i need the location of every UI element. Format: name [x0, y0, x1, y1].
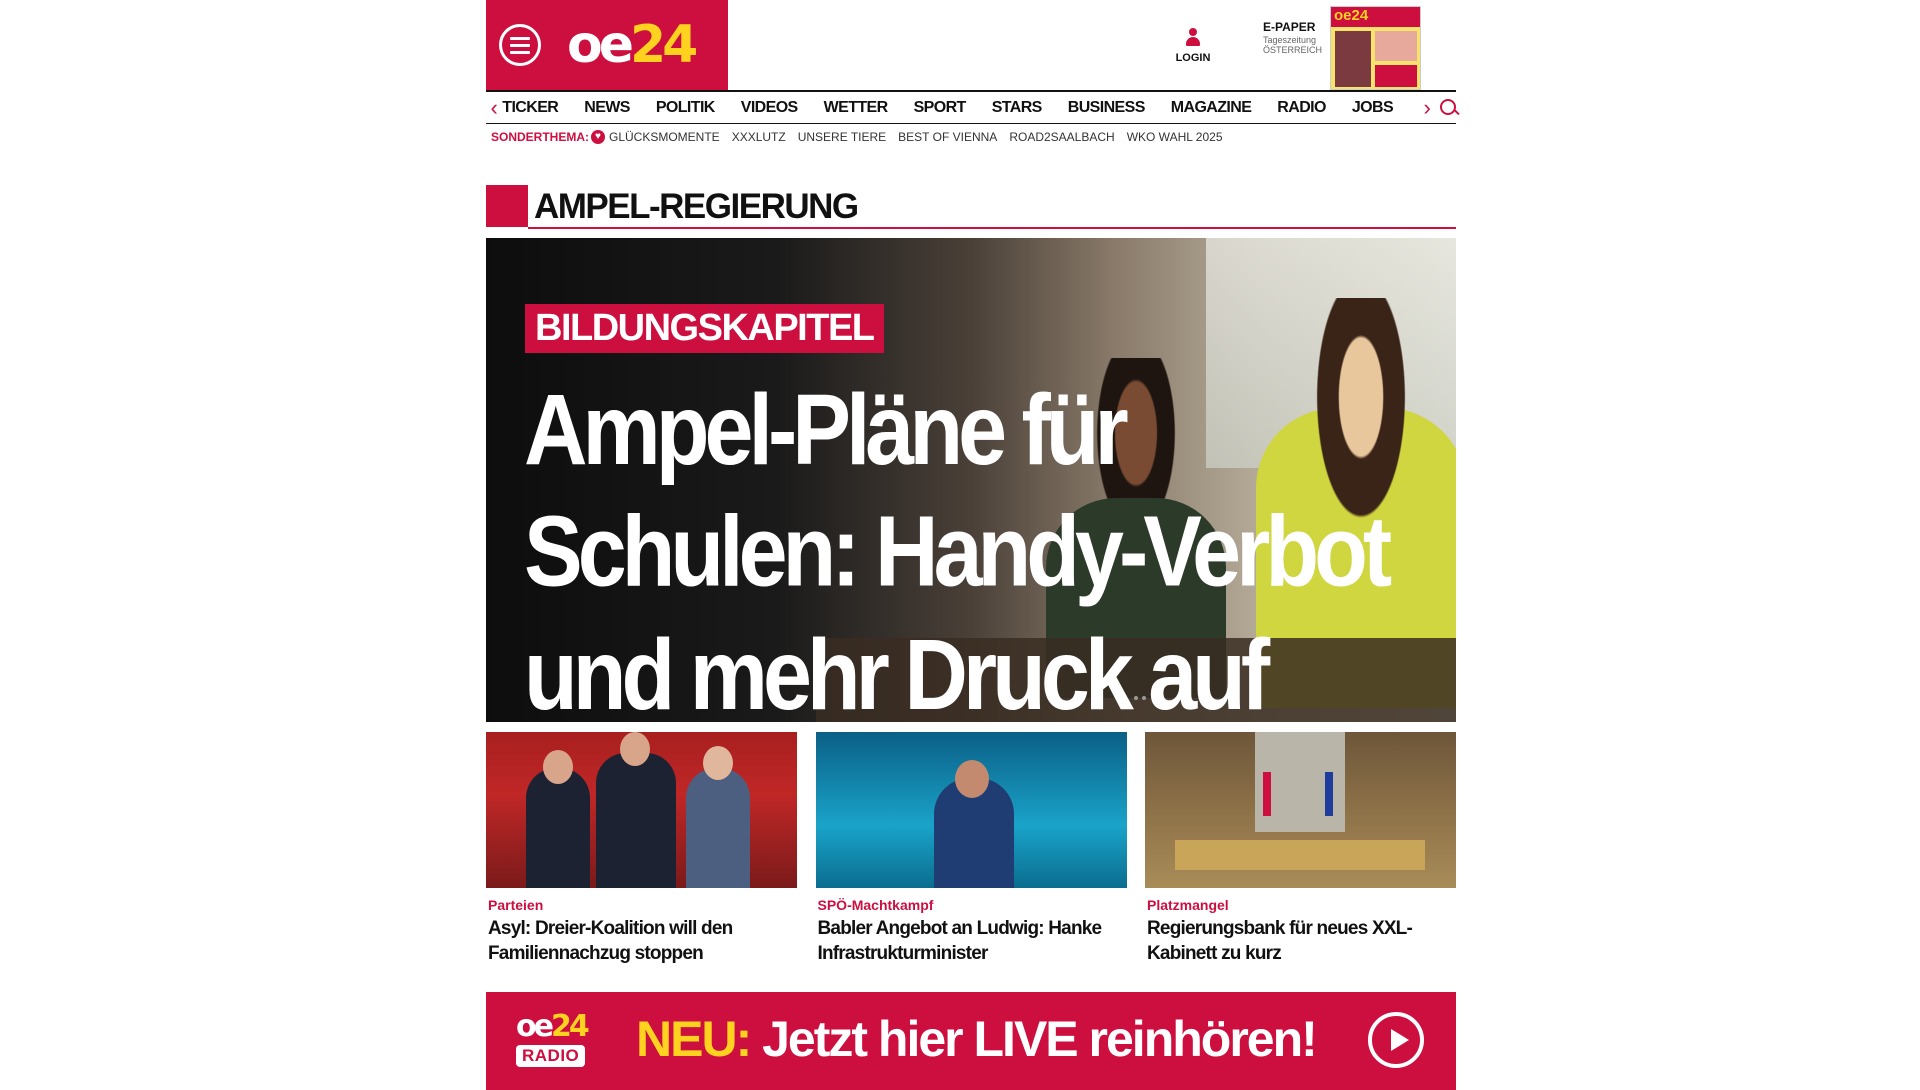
nav-item-sport[interactable]: SPORT — [914, 99, 967, 117]
section-divider — [528, 227, 1456, 229]
special-topic-link[interactable]: ROAD2SAALBACH — [1009, 130, 1114, 144]
nav-item-stars[interactable]: STARS — [992, 99, 1043, 117]
oe24-radio-logo: oe24 RADIO — [516, 1009, 590, 1067]
teaser-kicker: SPÖ-Machtkampf — [817, 897, 934, 913]
teaser-kicker: Parteien — [488, 897, 544, 913]
epaper-cover-thumbnail[interactable]: oe24 — [1330, 6, 1421, 90]
nav-item-politik[interactable]: POLITIK — [656, 99, 716, 117]
nav-item-news[interactable]: NEWS — [584, 99, 630, 117]
section-heading: AMPEL-REGIERUNG — [486, 185, 1456, 229]
search-icon[interactable] — [1435, 94, 1460, 122]
epaper-subtitle: Tageszeitung — [1263, 34, 1317, 45]
radio-live-banner[interactable]: oe24 RADIO NEU: Jetzt hier LIVE reinhöre… — [486, 992, 1456, 1090]
special-topics-bar: SONDERTHEMA: ♥ GLÜCKSMOMENTE XXXLUTZ UNSER… — [491, 130, 1235, 144]
nav-next-icon[interactable]: › — [1419, 96, 1435, 119]
login-button[interactable]: LOGIN — [1168, 28, 1218, 64]
teaser-title[interactable]: Regierungsbank für neues XXL-Kabinett zu… — [1147, 917, 1456, 966]
teaser-card[interactable]: SPÖ-Machtkampf Babler Angebot an Ludwig:… — [815, 732, 1127, 966]
section-title[interactable]: AMPEL-REGIERUNG — [534, 187, 859, 227]
epaper-country: ÖSTERREICH — [1263, 45, 1323, 56]
teaser-image[interactable] — [486, 732, 797, 888]
special-topic-link[interactable]: UNSERE TIERE — [798, 130, 886, 144]
teaser-card[interactable]: Platzmangel Regierungsbank für neues XXL… — [1145, 732, 1456, 966]
login-label: LOGIN — [1175, 52, 1211, 64]
special-topics-items: GLÜCKSMOMENTE XXXLUTZ UNSERE TIERE BEST OF … — [609, 130, 1235, 144]
main-navigation: ‹ TICKER NEWS POLITIK VIDEOS WETTER SPORT STAR… — [486, 90, 1460, 124]
nav-items: TICKER NEWS POLITIK VIDEOS WETTER SPORT STARS B… — [502, 99, 1419, 117]
teaser-row: Parteien Asyl: Dreier-Koalition will den… — [486, 732, 1456, 966]
special-topic-link[interactable]: WKO WAHL 2025 — [1127, 130, 1223, 144]
hero-kicker: BILDUNGSKAPITEL — [525, 304, 884, 353]
nav-item-videos[interactable]: VIDEOS — [741, 99, 798, 117]
site-header-logo-block: oe24 — [486, 0, 728, 90]
special-topic-link[interactable]: BEST OF VIENNA — [898, 130, 997, 144]
user-icon — [1184, 28, 1202, 48]
teaser-image[interactable] — [815, 732, 1127, 888]
nav-item-jobs[interactable]: JOBS — [1352, 99, 1394, 117]
nav-item-ticker[interactable]: TICKER — [502, 99, 559, 117]
nav-item-magazine[interactable]: MAGAZINE — [1171, 99, 1252, 117]
section-marker — [486, 185, 528, 227]
teaser-title[interactable]: Asyl: Dreier-Koalition will den Familien… — [488, 917, 797, 966]
teaser-card[interactable]: Parteien Asyl: Dreier-Koalition will den… — [486, 732, 797, 966]
epaper-cover-logo: oe24 — [1331, 7, 1420, 27]
heart-icon: ♥ — [591, 130, 605, 144]
special-topic-link[interactable]: GLÜCKSMOMENTE — [609, 130, 720, 144]
nav-item-wetter[interactable]: WETTER — [824, 99, 889, 117]
nav-item-business[interactable]: BUSINESS — [1068, 99, 1146, 117]
teaser-title[interactable]: Babler Angebot an Ludwig: Hanke Infrastr… — [818, 917, 1127, 966]
teaser-image[interactable] — [1145, 732, 1456, 888]
slider-dots — [1134, 696, 1146, 700]
play-icon[interactable] — [1368, 1012, 1424, 1068]
hamburger-menu-icon[interactable] — [499, 24, 541, 66]
special-topic-link[interactable]: XXXLUTZ — [732, 130, 786, 144]
teaser-kicker: Platzmangel — [1147, 897, 1229, 913]
epaper-title: E-PAPER — [1263, 20, 1316, 34]
nav-item-radio[interactable]: RADIO — [1277, 99, 1326, 117]
oe24-logo[interactable]: oe24 — [567, 19, 698, 71]
epaper-link[interactable]: E-PAPER Tageszeitung ÖSTERREICH — [1263, 20, 1333, 56]
special-topics-label: SONDERTHEMA: — [491, 130, 589, 144]
radio-banner-text: NEU: Jetzt hier LIVE reinhören! — [636, 1011, 1318, 1067]
hero-headline[interactable]: Ampel-Pläne für Schulen: Handy-Verbot un… — [524, 368, 1424, 722]
hero-article[interactable]: BILDUNGSKAPITEL Ampel-Pläne für Schulen:… — [486, 238, 1456, 722]
nav-prev-icon[interactable]: ‹ — [486, 96, 502, 119]
